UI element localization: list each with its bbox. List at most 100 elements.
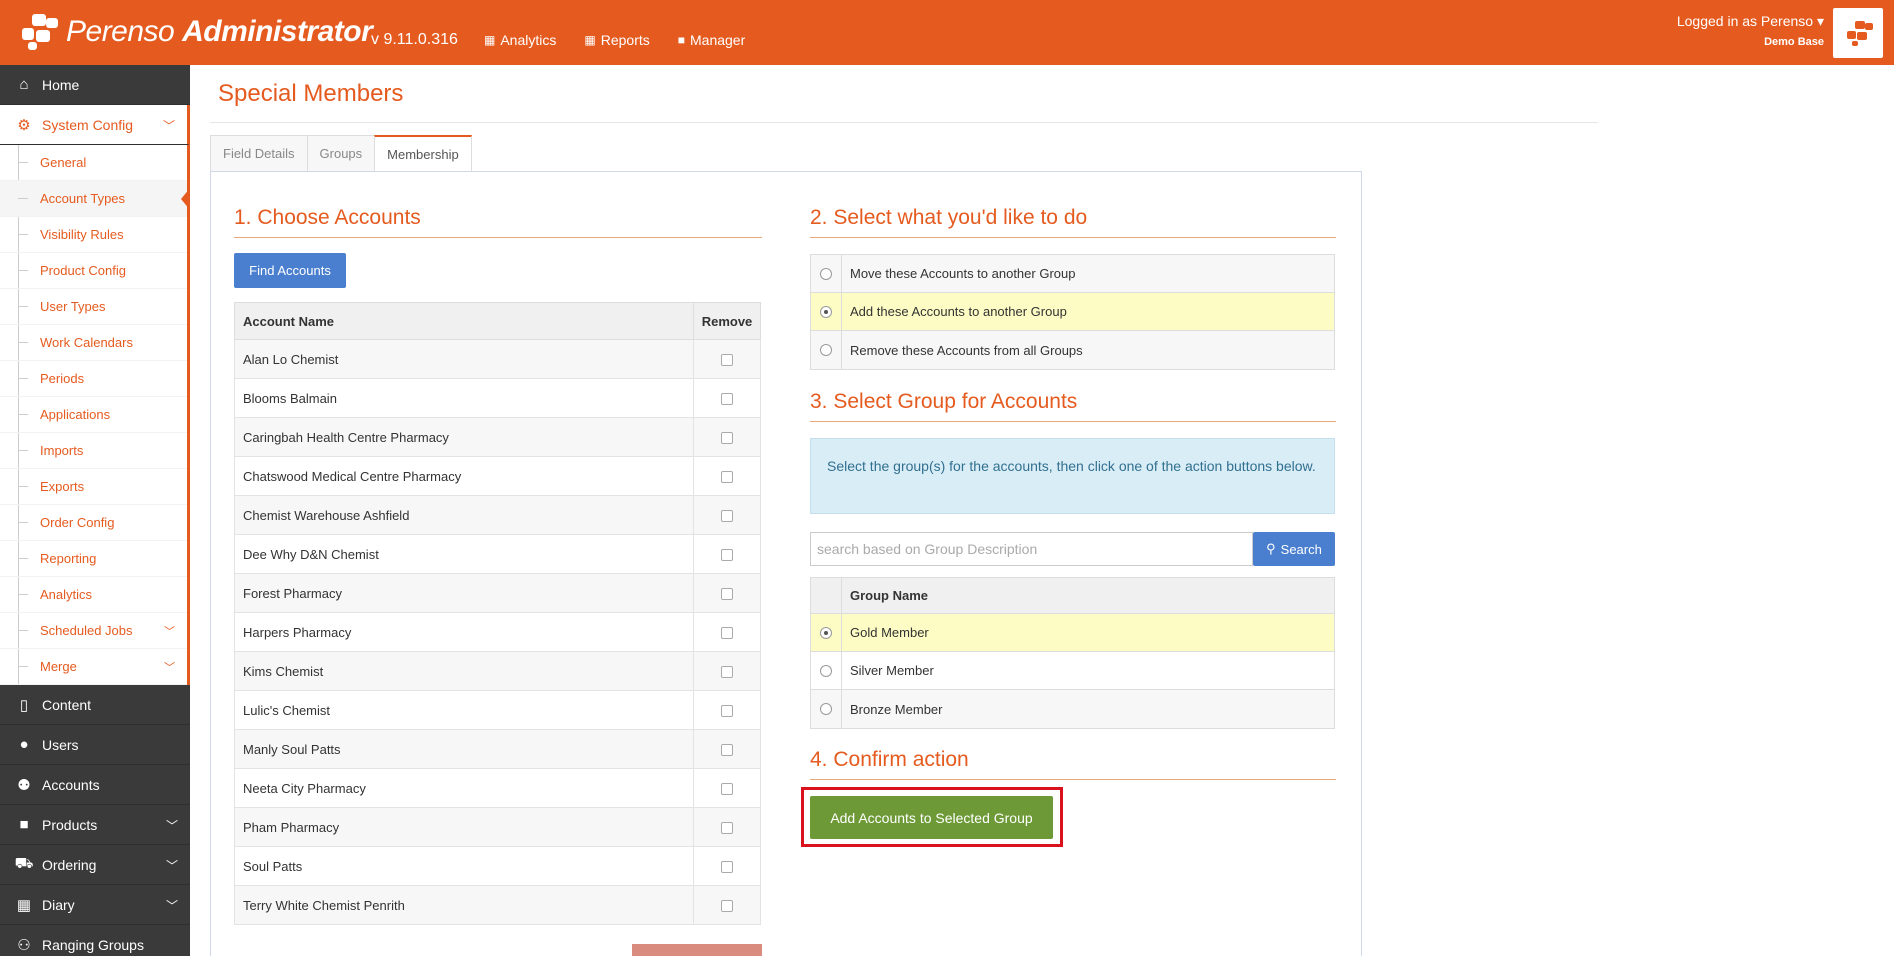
tab-groups[interactable]: Groups — [306, 135, 376, 171]
table-row: Chatswood Medical Centre Pharmacy — [234, 456, 761, 496]
radio-cell — [811, 255, 842, 292]
perenso-logo[interactable]: Perenso Administrator — [22, 12, 373, 52]
remove-checkbox[interactable] — [721, 705, 733, 718]
sidebar-item-label: Home — [42, 76, 80, 93]
action-radio[interactable] — [820, 305, 832, 318]
sidebar-subitem-order-config[interactable]: Order Config — [0, 505, 187, 541]
user-menu[interactable]: Logged in as Perenso ▾ Demo Base — [1677, 13, 1824, 48]
sidebar-item-accounts[interactable]: ⚉ Accounts — [0, 765, 190, 805]
group-radio[interactable] — [820, 703, 832, 715]
sidebar-subitem-product-config[interactable]: Product Config — [0, 253, 187, 289]
remove-checkbox[interactable] — [721, 900, 733, 913]
group-radio[interactable] — [820, 664, 832, 677]
chevron-down-icon: ﹀ — [164, 625, 175, 638]
account-name: Terry White Chemist Penrith — [234, 885, 694, 925]
sidebar-subitem-applications[interactable]: Applications — [0, 397, 187, 433]
sidebar-subitem-merge[interactable]: Merge ﹀ — [0, 649, 187, 685]
avatar[interactable] — [1833, 8, 1883, 58]
remove-checkbox[interactable] — [721, 588, 733, 601]
chevron-down-icon: ﹀ — [165, 859, 178, 873]
sidebar-item-products[interactable]: ■ Products ﹀ — [0, 805, 190, 845]
option-label: Remove these Accounts from all Groups — [850, 342, 1083, 358]
option-remove-accounts[interactable]: Remove these Accounts from all Groups — [811, 331, 1334, 369]
step4-heading: 4. Confirm action — [810, 748, 969, 771]
table-row: Chemist Warehouse Ashfield — [234, 495, 761, 535]
remove-cell — [693, 534, 761, 574]
remove-cell — [693, 495, 761, 535]
group-radio[interactable] — [820, 626, 832, 639]
remove-cell — [693, 846, 761, 886]
remove-selected-button[interactable] — [632, 944, 762, 956]
remove-checkbox[interactable] — [721, 471, 733, 484]
sidebar-item-diary[interactable]: ▦ Diary ﹀ — [0, 885, 190, 925]
sidebar-subitem-account-types[interactable]: Account Types — [0, 181, 190, 217]
nav-reports[interactable]: ▦ Reports — [584, 32, 649, 48]
group-row-bronze[interactable]: Bronze Member — [811, 690, 1334, 728]
group-row-gold[interactable]: Gold Member — [811, 614, 1334, 652]
col-account-name[interactable]: Account Name — [234, 302, 694, 340]
accounts-table: Account Name Remove Alan Lo Chemist Bloo… — [234, 302, 761, 925]
remove-checkbox[interactable] — [721, 432, 733, 445]
search-icon: ⚲ — [1266, 541, 1276, 556]
sidebar-subitem-exports[interactable]: Exports — [0, 469, 187, 505]
sidebar-item-system-config[interactable]: ⚙ System Config ﹀ — [0, 105, 190, 145]
sidebar-subitem-imports[interactable]: Imports — [0, 433, 187, 469]
sidebar-item-ranging-groups[interactable]: ⚇ Ranging Groups — [0, 925, 190, 956]
option-label: Add these Accounts to another Group — [850, 304, 1067, 319]
remove-checkbox[interactable] — [721, 783, 733, 796]
remove-checkbox[interactable] — [721, 549, 733, 562]
perenso-logo-icon — [22, 14, 60, 50]
action-radio[interactable] — [820, 344, 832, 356]
sidebar-item-ordering[interactable]: ⛟ Ordering ﹀ — [0, 845, 190, 885]
sidebar-subitem-general[interactable]: General — [0, 145, 187, 181]
sidebar-subitem-scheduled-jobs[interactable]: Scheduled Jobs ﹀ — [0, 613, 187, 649]
col-group-name: Group Name — [850, 588, 929, 603]
remove-cell — [693, 807, 761, 847]
sidebar-item-label: Products — [42, 816, 98, 833]
sidebar-subitem-reporting[interactable]: Reporting — [0, 541, 187, 577]
remove-checkbox[interactable] — [721, 393, 733, 406]
option-add-accounts[interactable]: Add these Accounts to another Group — [811, 293, 1334, 331]
chevron-down-icon: ﹀ — [162, 119, 175, 133]
remove-cell — [693, 456, 761, 496]
sidebar-subitem-user-types[interactable]: User Types — [0, 289, 187, 325]
sidebar-item-users[interactable]: ● Users — [0, 725, 190, 765]
nav-analytics[interactable]: ▦ Analytics — [484, 32, 556, 48]
tab-membership[interactable]: Membership — [374, 135, 472, 172]
account-name: Chemist Warehouse Ashfield — [234, 495, 694, 535]
nav-manager[interactable]: ■ Manager — [678, 32, 746, 48]
group-row-silver[interactable]: Silver Member — [811, 652, 1334, 690]
remove-checkbox[interactable] — [721, 666, 733, 679]
add-accounts-to-group-button[interactable]: Add Accounts to Selected Group — [810, 796, 1053, 839]
remove-checkbox[interactable] — [721, 744, 733, 757]
step3-heading: 3. Select Group for Accounts — [810, 390, 1078, 413]
remove-cell — [693, 612, 761, 652]
table-row: Terry White Chemist Penrith — [234, 885, 761, 925]
remove-checkbox[interactable] — [721, 627, 733, 640]
logged-in-label: Logged in as Perenso ▾ — [1676, 13, 1824, 29]
nav-reports-label: Reports — [600, 32, 650, 48]
option-move-accounts[interactable]: Move these Accounts to another Group — [811, 255, 1334, 293]
info-alert: Select the group(s) for the accounts, th… — [810, 438, 1335, 514]
remove-checkbox[interactable] — [721, 822, 733, 835]
sidebar-item-content[interactable]: ▯ Content — [0, 685, 190, 725]
sidebar-subitem-periods[interactable]: Periods — [0, 361, 187, 397]
action-radio[interactable] — [820, 267, 832, 280]
sidebar-item-label: Accounts — [42, 776, 100, 793]
sidebar-subitem-visibility-rules[interactable]: Visibility Rules — [0, 217, 187, 253]
remove-cell — [693, 339, 761, 379]
find-accounts-button[interactable]: Find Accounts — [234, 253, 346, 288]
sidebar-item-home[interactable]: ⌂ Home — [0, 65, 190, 105]
top-nav: ▦ Analytics ▦ Reports ■ Manager — [484, 32, 745, 48]
account-name: Soul Patts — [234, 846, 694, 886]
remove-checkbox[interactable] — [721, 354, 733, 367]
nav-analytics-label: Analytics — [500, 32, 557, 48]
search-button[interactable]: ⚲ Search — [1253, 532, 1335, 566]
sidebar-subitem-analytics[interactable]: Analytics — [0, 577, 187, 613]
remove-checkbox[interactable] — [721, 510, 733, 523]
tab-field-details[interactable]: Field Details — [210, 135, 308, 171]
group-name: Bronze Member — [850, 701, 943, 717]
remove-checkbox[interactable] — [721, 861, 733, 874]
group-search-input[interactable]: search based on Group Description — [810, 532, 1253, 566]
sidebar-subitem-work-calendars[interactable]: Work Calendars — [0, 325, 187, 361]
